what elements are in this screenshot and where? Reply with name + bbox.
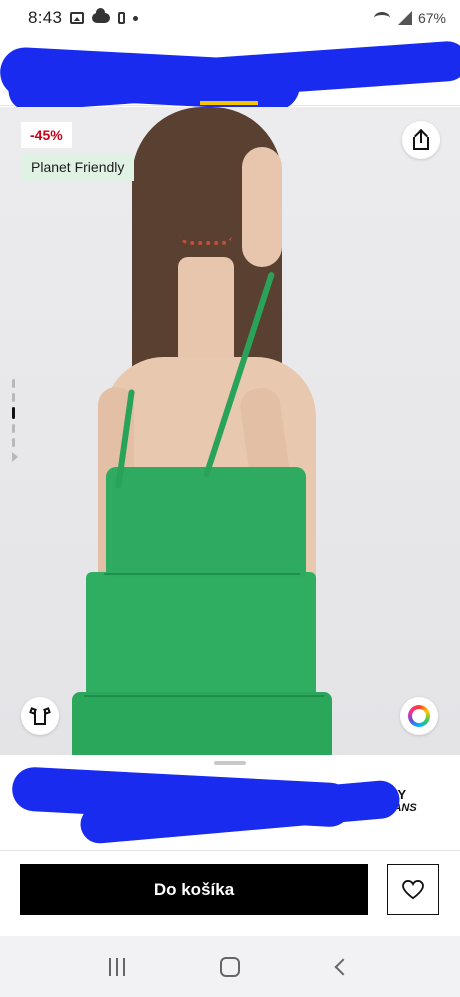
- color-picker-button[interactable]: [400, 697, 438, 735]
- cloud-icon: [92, 8, 111, 23]
- battery-level: 67%: [417, 10, 446, 26]
- divider: [0, 850, 460, 851]
- dot-icon: [133, 15, 139, 21]
- planet-friendly-badge: Planet Friendly: [21, 153, 135, 181]
- system-nav-bar: [0, 936, 460, 997]
- heart-icon: [402, 879, 424, 899]
- pager-dot[interactable]: [12, 424, 15, 433]
- pager-dot[interactable]: [12, 393, 15, 402]
- pager-dot[interactable]: [12, 379, 15, 388]
- home-button[interactable]: [210, 947, 250, 987]
- pager-dot-active[interactable]: [12, 407, 15, 419]
- product-photo: [0, 107, 460, 755]
- back-button[interactable]: [323, 947, 363, 987]
- add-to-cart-button[interactable]: Do košíka: [20, 864, 368, 915]
- product-detail-screen: 8:43 67% -45% Planet Friendly JEANS Do k…: [0, 0, 460, 997]
- share-icon: [413, 128, 429, 150]
- drag-handle[interactable]: [214, 761, 246, 765]
- battery-saver-icon: [118, 12, 126, 24]
- product-info-panel: TOMMY JEANS: [0, 755, 460, 850]
- wishlist-button[interactable]: [387, 864, 439, 915]
- wifi-icon: [373, 12, 390, 24]
- size-guide-button[interactable]: [21, 697, 59, 735]
- pager-dot[interactable]: [12, 438, 15, 447]
- color-wheel-icon: [408, 705, 430, 727]
- pager-arrow-icon[interactable]: [12, 452, 18, 462]
- tshirt-icon: [29, 707, 51, 725]
- signal-icon: [396, 11, 412, 25]
- recents-button[interactable]: [97, 947, 137, 987]
- active-tab-indicator: [200, 101, 258, 105]
- gallery-icon: [70, 12, 85, 24]
- status-time: 8:43: [28, 8, 63, 27]
- product-image-gallery[interactable]: -45% Planet Friendly: [0, 107, 460, 755]
- discount-badge: -45%: [21, 122, 72, 148]
- recents-icon: [108, 957, 125, 976]
- share-button[interactable]: [402, 121, 440, 159]
- status-bar: 8:43 67%: [0, 0, 460, 36]
- back-icon: [334, 958, 352, 975]
- app-header: [0, 36, 460, 112]
- home-icon: [219, 956, 240, 977]
- gallery-pager: [12, 379, 18, 479]
